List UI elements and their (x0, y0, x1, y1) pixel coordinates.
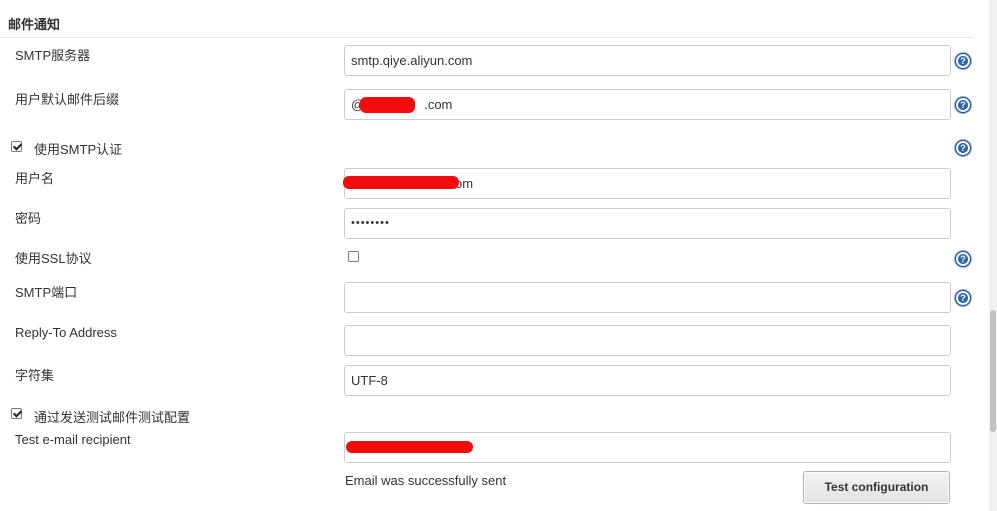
scrollbar-thumb[interactable] (990, 310, 996, 432)
section-title: 邮件通知 (8, 17, 61, 32)
use-smtp-auth-label: 使用SMTP认证 (34, 142, 123, 157)
use-ssl-checkbox[interactable] (348, 251, 359, 262)
use-ssl-label: 使用SSL协议 (15, 251, 92, 266)
use-ssl-help-icon[interactable]: ? (955, 251, 971, 267)
smtp-server-label: SMTP服务器 (15, 48, 91, 63)
smtp-server-help-icon[interactable]: ? (955, 53, 971, 69)
password-label: 密码 (15, 211, 42, 226)
password-input[interactable]: •••••••• (344, 208, 951, 239)
reply-to-input[interactable] (344, 325, 951, 356)
charset-label: 字符集 (15, 368, 55, 383)
smtp-server-input[interactable]: smtp.qiye.aliyun.com (344, 45, 951, 76)
section-divider (0, 37, 973, 38)
default-suffix-suffix: .com (424, 97, 453, 112)
use-smtp-auth-checkbox[interactable] (11, 141, 22, 152)
default-suffix-input[interactable]: @ .com (344, 89, 951, 120)
smtp-port-input[interactable] (344, 282, 951, 313)
use-smtp-auth-help-icon[interactable]: ? (955, 140, 971, 156)
test-configuration-button[interactable]: Test configuration (803, 471, 950, 504)
redaction-mark (343, 176, 459, 189)
redaction-mark (346, 441, 473, 453)
redaction-mark (360, 97, 415, 113)
reply-to-label: Reply-To Address (15, 325, 117, 340)
test-recipient-label: Test e-mail recipient (15, 432, 131, 447)
test-by-sending-checkbox[interactable] (11, 408, 22, 419)
default-suffix-help-icon[interactable]: ? (955, 97, 971, 113)
send-status-message: Email was successfully sent (345, 473, 507, 488)
username-label: 用户名 (15, 171, 55, 186)
test-by-sending-label: 通过发送测试邮件测试配置 (34, 410, 191, 425)
scrollbar-track[interactable] (989, 0, 997, 511)
smtp-port-help-icon[interactable]: ? (955, 290, 971, 306)
smtp-port-label: SMTP端口 (15, 285, 78, 300)
charset-input[interactable]: UTF-8 (344, 365, 951, 396)
default-suffix-label: 用户默认邮件后缀 (15, 92, 120, 107)
